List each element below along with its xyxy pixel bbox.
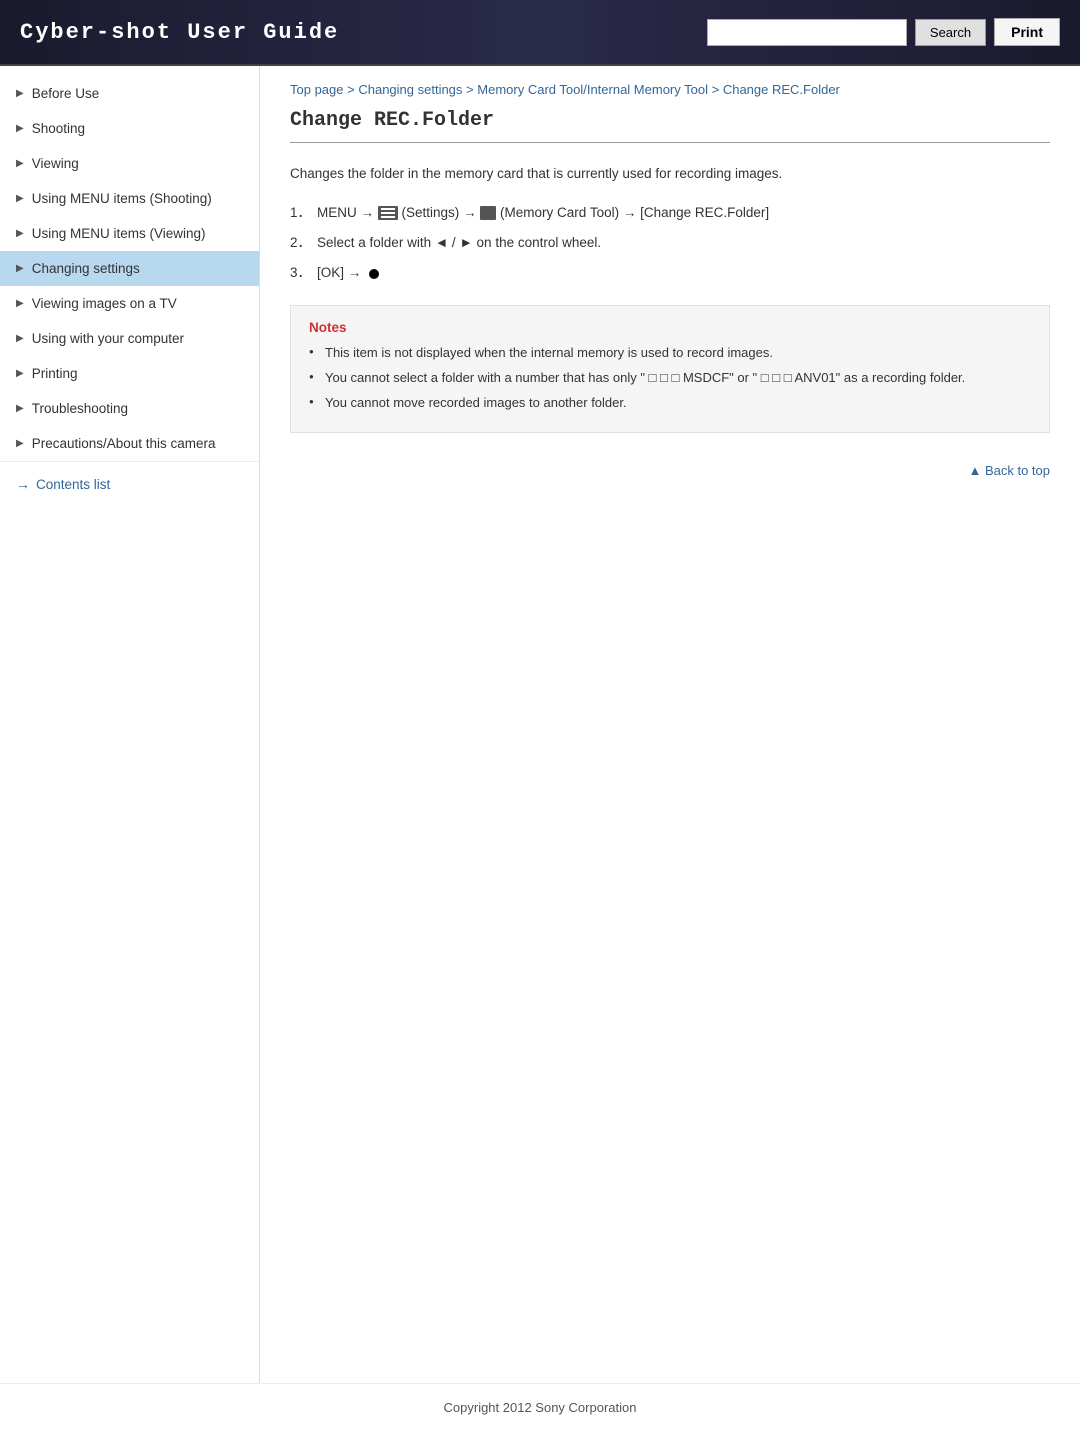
sidebar-item-viewing-images-on-a-tv[interactable]: ▶ Viewing images on a TV <box>0 286 259 321</box>
search-button[interactable]: Search <box>915 19 986 46</box>
page-footer: Copyright 2012 Sony Corporation <box>0 1383 1080 1431</box>
sidebar-arrow-icon: ▶ <box>16 263 24 274</box>
back-to-top-link[interactable]: Back to top <box>968 463 1050 478</box>
step-1: 1． MENU → (Settings) → (Memory Card Tool… <box>290 201 1050 225</box>
sidebar-arrow-icon: ▶ <box>16 403 24 414</box>
ok-bullet-icon <box>369 269 379 279</box>
sidebar-item-label: Viewing <box>32 156 79 171</box>
sidebar-item-label: Viewing images on a TV <box>32 296 177 311</box>
sidebar-item-label: Using MENU items (Shooting) <box>32 191 212 206</box>
sidebar-arrow-icon: ▶ <box>16 158 24 169</box>
sidebar-arrow-icon: ▶ <box>16 123 24 134</box>
breadcrumb: Top page > Changing settings > Memory Ca… <box>290 66 1050 109</box>
main-content: Top page > Changing settings > Memory Ca… <box>260 66 1080 1383</box>
sidebar-item-label: Precautions/About this camera <box>32 436 216 451</box>
notes-title: Notes <box>309 320 1031 335</box>
sidebar-arrow-icon: ▶ <box>16 193 24 204</box>
notes-list-item: This item is not displayed when the inte… <box>309 343 1031 364</box>
sidebar-item-label: Using with your computer <box>32 331 184 346</box>
breadcrumb-change-rec-folder[interactable]: Change REC.Folder <box>723 82 840 97</box>
memory-card-icon <box>480 206 496 220</box>
notes-list-item: You cannot select a folder with a number… <box>309 368 1031 389</box>
sidebar-item-using-with-your-computer[interactable]: ▶ Using with your computer <box>0 321 259 356</box>
sidebar-item-viewing[interactable]: ▶ Viewing <box>0 146 259 181</box>
sidebar-item-label: Printing <box>32 366 78 381</box>
sidebar-item-label: Using MENU items (Viewing) <box>32 226 206 241</box>
settings-icon <box>378 206 398 220</box>
header-controls: Search Print <box>707 18 1060 46</box>
sidebar-item-using-menu-items-shooting[interactable]: ▶ Using MENU items (Shooting) <box>0 181 259 216</box>
step-3: 3． [OK] → <box>290 261 1050 285</box>
sidebar-item-label: Troubleshooting <box>32 401 128 416</box>
sidebar-item-troubleshooting[interactable]: ▶ Troubleshooting <box>0 391 259 426</box>
notes-box: Notes This item is not displayed when th… <box>290 305 1050 432</box>
sidebar-arrow-icon: ▶ <box>16 368 24 379</box>
sidebar-footer: → Contents list <box>0 462 259 506</box>
layout: ▶ Before Use ▶ Shooting ▶ Viewing ▶ Using MENU … <box>0 66 1080 1383</box>
description: Changes the folder in the memory card th… <box>290 163 1050 185</box>
contents-arrow-icon: → <box>16 476 30 492</box>
notes-list: This item is not displayed when the inte… <box>309 343 1031 413</box>
sidebar-item-before-use[interactable]: ▶ Before Use <box>0 76 259 111</box>
page-title: Change REC.Folder <box>290 109 1050 143</box>
sidebar: ▶ Before Use ▶ Shooting ▶ Viewing ▶ Using MENU … <box>0 66 260 1383</box>
sidebar-item-label: Changing settings <box>32 261 140 276</box>
sidebar-item-changing-settings[interactable]: ▶ Changing settings <box>0 251 259 286</box>
search-input[interactable] <box>707 19 907 46</box>
print-button[interactable]: Print <box>994 18 1060 46</box>
sidebar-item-shooting[interactable]: ▶ Shooting <box>0 111 259 146</box>
sidebar-arrow-icon: ▶ <box>16 228 24 239</box>
sidebar-item-label: Before Use <box>32 86 100 101</box>
sidebar-item-printing[interactable]: ▶ Printing <box>0 356 259 391</box>
copyright: Copyright 2012 Sony Corporation <box>444 1400 637 1415</box>
sidebar-arrow-icon: ▶ <box>16 438 24 449</box>
content-footer: Back to top <box>290 453 1050 488</box>
sidebar-item-label: Shooting <box>32 121 85 136</box>
breadcrumb-changing-settings[interactable]: Changing settings <box>358 82 462 97</box>
step-2: 2． Select a folder with ◄ / ► on the con… <box>290 231 1050 255</box>
sidebar-arrow-icon: ▶ <box>16 333 24 344</box>
sidebar-arrow-icon: ▶ <box>16 88 24 99</box>
contents-list-link[interactable]: Contents list <box>36 477 110 492</box>
notes-list-item: You cannot move recorded images to anoth… <box>309 393 1031 414</box>
sidebar-item-precautionsabout-this-camera[interactable]: ▶ Precautions/About this camera <box>0 426 259 461</box>
steps: 1． MENU → (Settings) → (Memory Card Tool… <box>290 201 1050 286</box>
site-title: Cyber-shot User Guide <box>20 20 339 45</box>
breadcrumb-top[interactable]: Top page <box>290 82 344 97</box>
breadcrumb-memory-card-tool[interactable]: Memory Card Tool/Internal Memory Tool <box>477 82 708 97</box>
sidebar-arrow-icon: ▶ <box>16 298 24 309</box>
header: Cyber-shot User Guide Search Print <box>0 0 1080 66</box>
sidebar-item-using-menu-items-viewing[interactable]: ▶ Using MENU items (Viewing) <box>0 216 259 251</box>
